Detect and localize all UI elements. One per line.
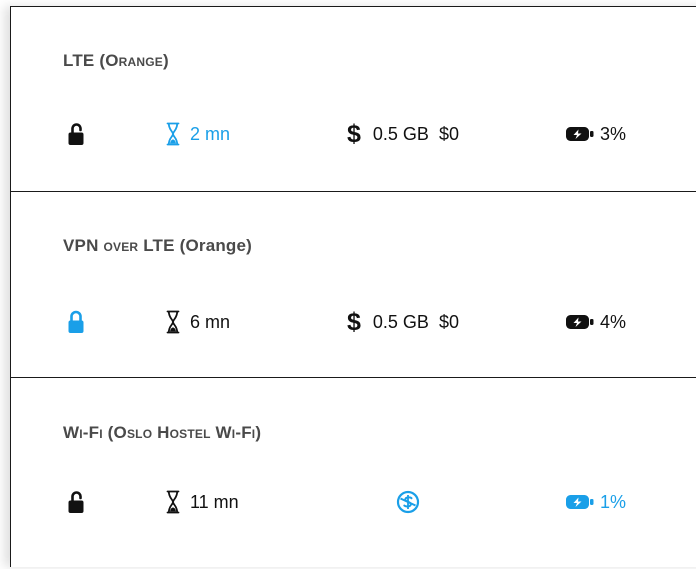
connection-title: VPN over LTE (Orange) (63, 236, 253, 255)
hourglass-icon (166, 122, 180, 146)
no-cost-icon (396, 487, 420, 517)
battery-charging-icon (565, 125, 597, 143)
battery-text: 4% (600, 311, 627, 332)
connection-card-lte[interactable]: LTE (Orange) 2 mn $ 0.5 GB $0 3% (11, 7, 696, 192)
screen: LTE (Orange) 2 mn $ 0.5 GB $0 3% VPN ove… (0, 0, 696, 567)
duration: 6 mn (166, 307, 230, 337)
connection-title: LTE (Orange) (63, 51, 169, 70)
connection-stats-row: 11 mn 1% (11, 487, 696, 517)
cost-amount: $0 (438, 311, 459, 332)
battery-charging-icon (565, 313, 597, 331)
battery-usage: 4% (565, 307, 626, 337)
dollar-icon: $ (347, 307, 361, 336)
duration-text: 11 mn (190, 491, 239, 512)
battery-charging-icon (565, 493, 597, 511)
duration-text: 2 mn (190, 123, 231, 144)
battery-usage: 1% (565, 487, 626, 517)
dollar-icon: $ (347, 119, 361, 148)
duration-text: 6 mn (190, 311, 231, 332)
connection-card-wifi[interactable]: Wi-Fi (Oslo Hostel Wi-Fi) 11 mn 1% (11, 379, 696, 569)
lock-open-icon (67, 487, 85, 517)
lock-closed-icon (67, 307, 85, 337)
data-used: 0.5 GB (372, 311, 429, 332)
connection-stats-row: 2 mn $ 0.5 GB $0 3% (11, 119, 696, 149)
duration: 11 mn (166, 487, 239, 517)
data-cost: $ 0.5 GB $0 (347, 119, 459, 149)
connection-title: Wi-Fi (Oslo Hostel Wi-Fi) (63, 423, 262, 442)
hourglass-icon (166, 310, 180, 334)
data-cost: $ 0.5 GB $0 (347, 307, 459, 337)
duration: 2 mn (166, 119, 230, 149)
data-used: 0.5 GB (372, 123, 429, 144)
connections-panel: LTE (Orange) 2 mn $ 0.5 GB $0 3% VPN ove… (10, 6, 696, 567)
cost-amount: $0 (438, 123, 459, 144)
connection-card-vpn[interactable]: VPN over LTE (Orange) 6 mn $ 0.5 GB $0 4… (11, 192, 696, 378)
battery-usage: 3% (565, 119, 626, 149)
connection-stats-row: 6 mn $ 0.5 GB $0 4% (11, 307, 696, 337)
battery-text: 1% (600, 491, 627, 512)
hourglass-icon (166, 490, 180, 514)
battery-text: 3% (600, 123, 627, 144)
lock-open-icon (67, 119, 85, 149)
